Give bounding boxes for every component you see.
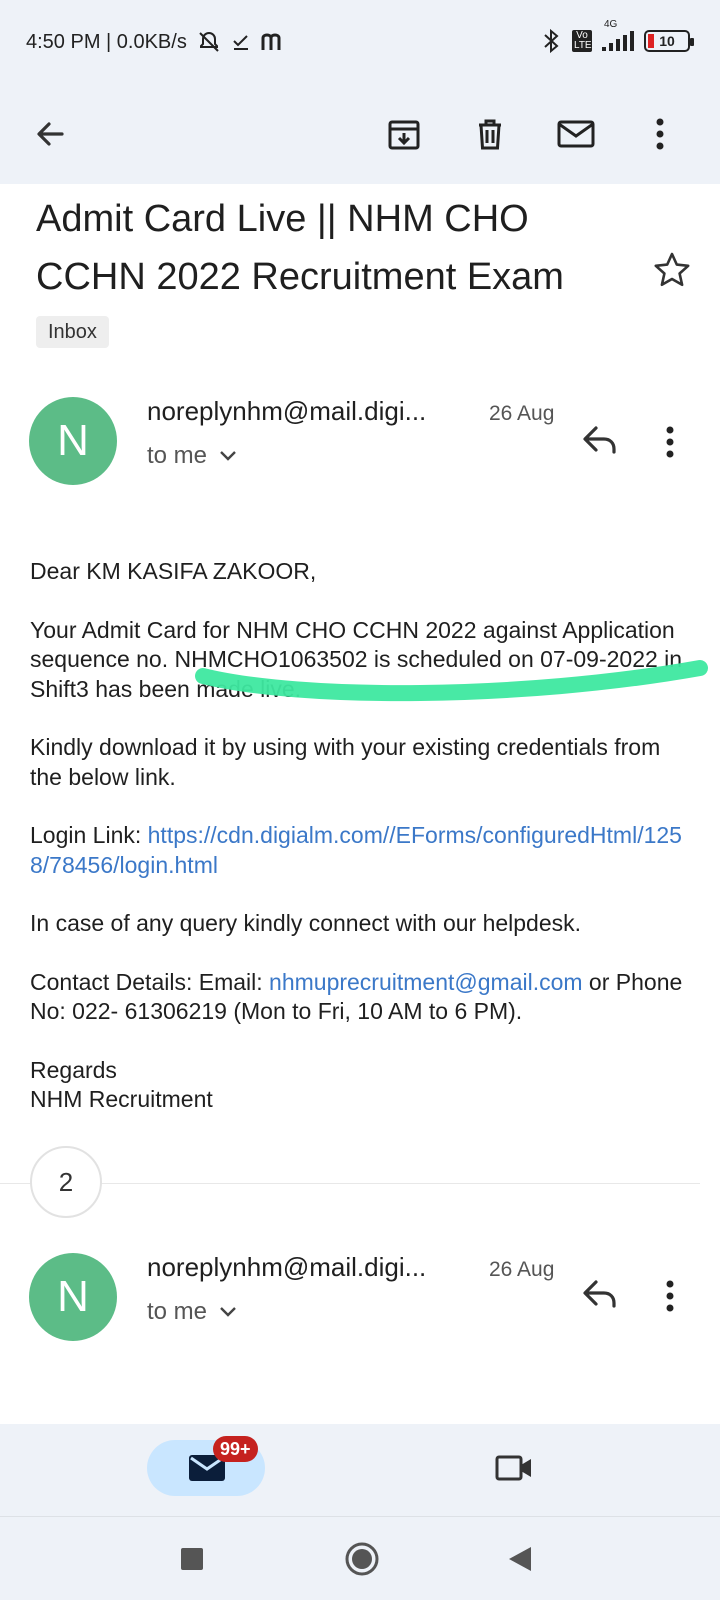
recipient-label: to me	[147, 442, 208, 469]
status-right: Vo LTE 4G 10	[540, 19, 694, 54]
body-paragraph-query: In case of any query kindly connect with…	[30, 910, 582, 936]
system-navigation-bar	[0, 1516, 720, 1600]
video-camera-icon	[495, 1455, 531, 1481]
login-link-label: Login Link:	[30, 822, 148, 848]
circle-icon	[345, 1542, 379, 1576]
status-bar: 4:50 PM | 0.0KB/s Vo LTE 4G 10	[0, 0, 720, 84]
nav-meet-tab[interactable]	[486, 1440, 542, 1496]
recipient-label: to me	[147, 1298, 208, 1325]
more-vert-icon	[666, 1280, 674, 1312]
mail-icon	[557, 120, 595, 148]
network-type: 4G	[604, 19, 618, 30]
trash-icon	[479, 119, 501, 150]
chevron-down-icon	[220, 1307, 236, 1317]
status-time: 4:50 PM | 0.0KB/s	[26, 30, 187, 53]
more-options-button[interactable]	[632, 106, 688, 162]
bell-off-icon	[199, 31, 219, 52]
reply-button[interactable]	[580, 1276, 624, 1316]
volte-icon: Vo LTE	[572, 30, 592, 52]
login-link-line: Login Link: https://cdn.digialm.com//EFo…	[30, 821, 690, 880]
reply-icon	[583, 1280, 616, 1308]
chevron-down-icon	[220, 451, 236, 461]
signal-group: 4G	[602, 19, 634, 51]
thread-divider	[0, 1183, 700, 1184]
back-button[interactable]	[22, 106, 78, 162]
status-left: 4:50 PM | 0.0KB/s	[26, 30, 285, 54]
signal-bars-icon	[602, 31, 634, 51]
star-icon	[654, 252, 690, 287]
message-body: Dear KM KASIFA ZAKOOR, Your Admit Card f…	[30, 557, 690, 1115]
contact-email-link[interactable]: nhmuprecruitment@gmail.com	[269, 969, 583, 995]
greeting: Dear KM KASIFA ZAKOOR,	[30, 558, 317, 584]
contact-prefix: Contact Details: Email:	[30, 968, 270, 995]
square-icon	[181, 1548, 203, 1570]
message-date: 26 Aug	[489, 1258, 555, 1281]
more-vert-icon	[656, 118, 664, 150]
top-app-bar	[0, 84, 720, 184]
bluetooth-icon	[544, 28, 559, 54]
sender-name[interactable]: noreplynhm@mail.digi...	[147, 1252, 426, 1283]
back-nav-button[interactable]	[500, 1539, 540, 1579]
avatar[interactable]: N	[29, 397, 117, 485]
regards: Regards	[30, 1056, 117, 1083]
message-more-button[interactable]	[664, 424, 688, 464]
collapsed-messages-count[interactable]: 2	[30, 1146, 102, 1218]
battery-level: 10	[659, 33, 675, 49]
body-paragraph-download: Kindly download it by using with your ex…	[30, 734, 661, 790]
battery-fill	[648, 34, 654, 48]
app-m-icon	[261, 33, 281, 50]
archive-button[interactable]	[376, 106, 432, 162]
triangle-back-icon	[509, 1547, 531, 1571]
recipient-details-toggle[interactable]: to me	[147, 442, 237, 470]
arrow-left-icon	[37, 122, 64, 146]
message-more-button[interactable]	[664, 1278, 688, 1318]
recipient-details-toggle[interactable]: to me	[147, 1298, 237, 1326]
check-download-icon	[233, 35, 248, 50]
recents-button[interactable]	[172, 1539, 212, 1579]
reply-button[interactable]	[580, 422, 624, 462]
delete-button[interactable]	[462, 106, 518, 162]
home-button[interactable]	[340, 1537, 384, 1581]
avatar[interactable]: N	[29, 1253, 117, 1341]
bottom-navigation: 99+	[0, 1424, 720, 1516]
unread-badge: 99+	[213, 1436, 258, 1462]
signature: NHM Recruitment	[30, 1086, 213, 1112]
sender-name[interactable]: noreplynhm@mail.digi...	[147, 396, 426, 427]
message-date: 26 Aug	[489, 402, 555, 425]
more-vert-icon	[666, 426, 674, 458]
contact-details: Contact Details: Email: nhmuprecruitment…	[30, 968, 690, 1027]
mark-unread-button[interactable]	[548, 106, 604, 162]
email-subject: Admit Card Live || NHM CHO CCHN 2022 Rec…	[36, 198, 564, 298]
inbox-label-chip[interactable]: Inbox	[36, 316, 109, 348]
archive-icon	[388, 120, 420, 150]
battery-icon: 10	[644, 30, 694, 52]
star-button[interactable]	[652, 250, 692, 290]
body-paragraph-admit: Your Admit Card for NHM CHO CCHN 2022 ag…	[30, 616, 683, 702]
reply-icon	[583, 426, 616, 454]
